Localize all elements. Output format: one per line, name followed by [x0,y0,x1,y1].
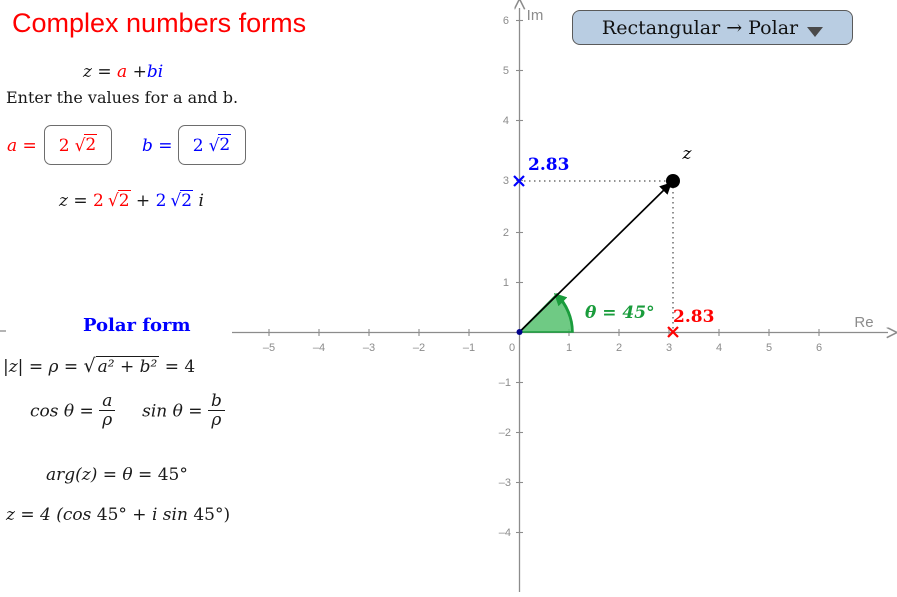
label-b: b = [142,136,173,156]
real-projection-value: 2.83 [673,307,714,327]
result-a: 2 √2 [93,189,131,211]
rectangular-result: z = 2 √2 + 2 √2 i [59,189,204,211]
trig-angle2: 45° [193,505,224,525]
instruction-text: Enter the values for a and b. [6,88,239,107]
imag-projection-value: 2.83 [528,155,569,175]
angle-label: θ = 45° [585,303,655,323]
input-a-value: 2 √2 [58,134,98,156]
result-lhs: z = [59,191,88,211]
polar-form-heading: Polar form [83,315,191,336]
definition-plus: + [132,62,147,82]
cos-label: cos θ = [30,401,94,422]
modulus-lhs: |z| = ρ = [3,357,79,377]
point-z-label: z [682,144,693,164]
x-axis-label: Re [854,314,873,331]
definition-b: b [146,62,158,82]
result-i: i [198,191,204,211]
trig-lhs: z = 4 (cos [6,505,92,525]
modulus-line: |z| = ρ = √ a² + b² = 4 [3,355,195,377]
page-title: Complex numbers forms [12,8,307,38]
conversion-mode-dropdown[interactable]: Rectangular → Polar [572,10,853,45]
definition-a: a [117,62,128,82]
trig-angle1: 45° [96,505,127,525]
modulus-sqrt: √ a² + b² [83,355,160,377]
argument-line: arg(z) = θ = 45° [46,465,188,485]
definition-lhs: z = [83,62,112,82]
trig-ratios-line: cos θ = a ρ sin θ = b ρ [30,392,225,431]
result-plus: + [135,191,151,211]
trigonometric-form-line: z = 4 (cos 45° + i sin 45°) [6,505,230,525]
arg-value: 45° [157,465,188,485]
point-z[interactable] [666,174,680,188]
modulus-value: 4 [184,357,196,377]
x-tick: 4 [716,342,722,354]
y-axis-label: Im [527,7,544,24]
label-a: a = [7,136,37,156]
arg-label: arg(z) = θ = [46,465,153,485]
input-b-value: 2 √2 [192,134,232,156]
x-tick: 3 [666,342,672,354]
conversion-mode-label: Rectangular → Polar [601,16,799,39]
input-b[interactable]: 2 √2 [178,125,246,165]
definition-line: z = a +bi [83,62,163,82]
x-tick: 1 [566,342,572,354]
x-tick: 6 [816,342,822,354]
result-b: 2 √2 [155,189,194,211]
definition-i: i [157,62,164,82]
input-a[interactable]: 2 √2 [44,125,112,165]
explanation-panel: Complex numbers forms z = a +bi Enter th… [0,0,520,597]
angle-arc [517,292,574,333]
sin-label: sin θ = [142,401,203,422]
trig-mid: + i sin [132,505,188,525]
modulus-eq: = [164,357,179,377]
x-tick: 5 [766,342,772,354]
x-tick: 2 [616,342,622,354]
sin-fraction: b ρ [207,392,225,430]
trig-close: ) [223,505,231,525]
chevron-down-icon[interactable] [807,26,824,37]
cos-fraction: a ρ [99,392,116,430]
